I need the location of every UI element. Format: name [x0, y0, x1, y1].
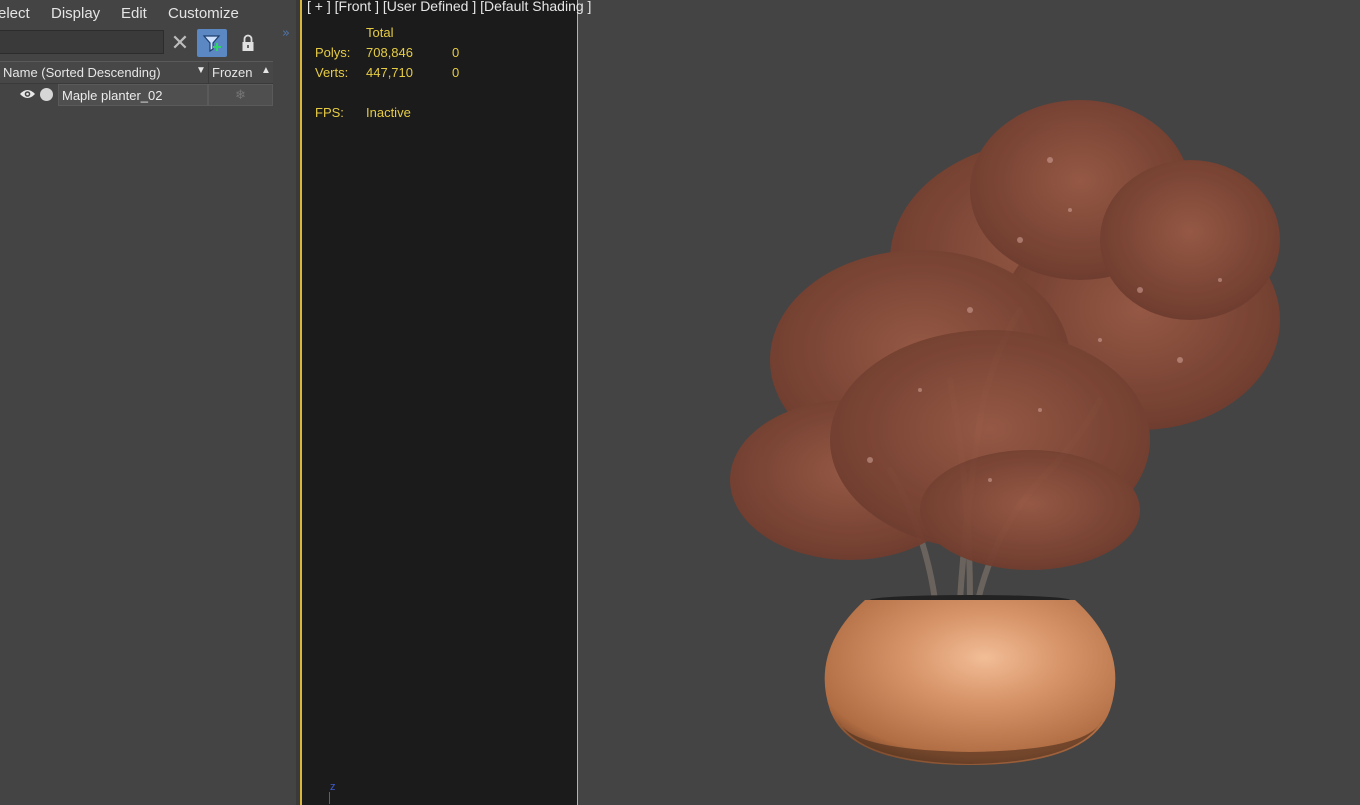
expand-icon[interactable]: » — [282, 26, 290, 41]
stats-panel: [ + ] [Front ] [User Defined ] [Default … — [302, 0, 591, 805]
menu-display[interactable]: Display — [51, 5, 100, 22]
column-name[interactable]: Name (Sorted Descending) — [3, 65, 161, 80]
planter-pot — [824, 595, 1116, 765]
eye-icon[interactable] — [19, 88, 36, 100]
light-dot-icon[interactable] — [40, 88, 53, 101]
column-frozen[interactable]: Frozen — [212, 65, 252, 80]
row-frozen-cell[interactable]: ❄ — [208, 84, 273, 106]
menu-customize[interactable]: Customize — [168, 5, 239, 22]
column-separator[interactable] — [208, 62, 209, 83]
stats-verts-total: 447,710 — [366, 65, 413, 80]
viewport-label[interactable]: [ + ] [Front ] [User Defined ] [Default … — [307, 0, 591, 14]
menu-select[interactable]: elect — [0, 5, 30, 22]
lock-icon — [242, 34, 254, 51]
tree-foliage — [730, 100, 1280, 570]
stats-fps-value: Inactive — [366, 105, 411, 120]
sort-ascending-icon[interactable]: ▲ — [261, 65, 271, 76]
scene-explorer: elect Display Edit Customize ✕ » Name (S… — [0, 0, 296, 805]
stats-verts-selected: 0 — [452, 65, 460, 80]
stats-verts-label: Verts: — [315, 65, 349, 80]
column-header: Name (Sorted Descending) ▼ Frozen ▲ — [0, 61, 273, 84]
close-icon: ✕ — [170, 30, 190, 56]
menu-edit[interactable]: Edit — [121, 5, 147, 22]
stats-polys-selected: 0 — [452, 45, 460, 60]
maple-planter-model — [730, 100, 1280, 765]
filter-button[interactable] — [197, 29, 227, 57]
menu-bar: elect Display Edit Customize — [0, 0, 296, 28]
sort-descending-icon[interactable]: ▼ — [196, 65, 206, 76]
filter-icon — [202, 35, 221, 53]
stats-total-header: Total — [366, 25, 394, 40]
snowflake-icon: ❄ — [235, 87, 246, 102]
row-name-cell[interactable]: Maple planter_02 — [58, 84, 208, 106]
search-input[interactable] — [0, 30, 164, 54]
axis-z-label: z — [330, 781, 336, 793]
stats-fps-label: FPS: — [315, 105, 344, 120]
axis-z-line — [329, 792, 330, 804]
object-name: Maple planter_02 — [62, 88, 163, 103]
viewport-active-border — [300, 0, 302, 805]
clear-search-button[interactable]: ✕ — [165, 29, 195, 57]
table-row[interactable]: Maple planter_02 ❄ — [0, 84, 273, 106]
viewport[interactable]: [ + ] [Front ] [User Defined ] [Default … — [300, 0, 1360, 805]
lock-selection-button[interactable] — [233, 29, 263, 57]
stats-polys-label: Polys: — [315, 45, 351, 60]
stats-polys-total: 708,846 — [366, 45, 413, 60]
